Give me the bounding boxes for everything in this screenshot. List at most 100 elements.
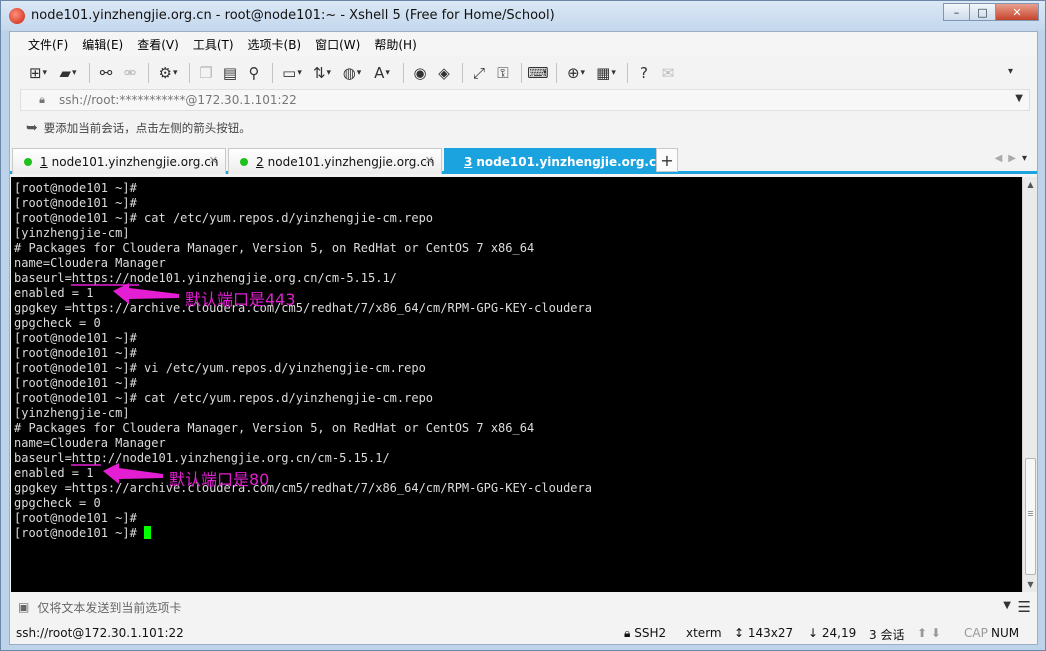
status-size: ↕ 143x27: [734, 626, 793, 640]
compose-input[interactable]: 仅将文本发送到当前选项卡: [37, 599, 181, 616]
tab-label: node101.yinzhengjie.org.cn: [476, 154, 665, 169]
transfer-icon[interactable]: ⇅: [308, 62, 336, 84]
app-body: 文件(F) 编辑(E) 查看(V) 工具(T) 选项卡(B) 窗口(W) 帮助(…: [9, 31, 1038, 645]
toolbar-separator: [521, 63, 522, 83]
close-tab-icon[interactable]: ✕: [209, 154, 218, 167]
lock-icon: 🔒︎: [624, 626, 635, 640]
scroll-thumb[interactable]: [1025, 458, 1036, 575]
tab-session-3[interactable]: 3 node101.yinzhengjie.org.cn: [444, 148, 665, 174]
tab-number: 3: [464, 154, 473, 169]
resize-icon: ↕: [734, 626, 748, 640]
tab-number: 1: [40, 154, 48, 169]
menu-view[interactable]: 查看(V): [137, 36, 179, 53]
status-protocol: 🔒︎ SSH2: [624, 626, 666, 641]
grip-icon: [1028, 511, 1033, 512]
close-tab-icon[interactable]: ✕: [425, 154, 434, 167]
toolbar-separator: [89, 63, 90, 83]
window-title: node101.yinzhengjie.org.cn - root@node10…: [31, 8, 555, 23]
chevron-down-icon[interactable]: ▼: [1015, 93, 1023, 104]
print-icon[interactable]: ▭: [278, 62, 306, 84]
status-sessions: 3 会话: [869, 628, 905, 642]
session-nav: ⬆ ⬇: [917, 626, 941, 640]
menu-tools[interactable]: 工具(T): [193, 36, 234, 53]
session-up-icon[interactable]: ⬆: [917, 626, 931, 640]
globe-icon[interactable]: ◍: [338, 62, 366, 84]
keyboard-icon[interactable]: ⌨: [527, 62, 549, 84]
connect-icon[interactable]: ⚯: [95, 62, 117, 84]
toolbar-separator: [462, 63, 463, 83]
menu-bar: 文件(F) 编辑(E) 查看(V) 工具(T) 选项卡(B) 窗口(W) 帮助(…: [10, 32, 1037, 56]
new-tab-icon[interactable]: ⊕: [562, 62, 590, 84]
connected-status-icon: [240, 157, 248, 166]
maximize-button[interactable]: □: [969, 3, 996, 21]
find-icon[interactable]: ⚲: [243, 62, 265, 84]
properties-icon[interactable]: ⚙: [154, 62, 182, 84]
add-tab-button[interactable]: +: [656, 148, 678, 172]
tab-list-icon[interactable]: ▾: [1022, 153, 1033, 164]
fullscreen-icon[interactable]: ⤢: [468, 62, 490, 84]
menu-tab[interactable]: 选项卡(B): [248, 36, 302, 53]
lock-icon[interactable]: ⚿: [492, 62, 514, 84]
scroll-up-icon[interactable]: ▲: [1023, 177, 1038, 192]
tab-navigation: ◀▶▾: [995, 153, 1033, 164]
toolbar-overflow-icon[interactable]: ▾: [1008, 66, 1013, 77]
menu-icon[interactable]: ☰: [1018, 598, 1031, 616]
window-controls: – □ ✕: [943, 3, 1039, 21]
layout-icon[interactable]: ▦: [592, 62, 620, 84]
protocol-label: SSH2: [634, 626, 667, 640]
annotation-overlay: [71, 283, 179, 484]
paste-icon[interactable]: ▤: [219, 62, 241, 84]
compose-bar[interactable]: ▣ 仅将文本发送到当前选项卡 ▼ ☰: [10, 594, 1037, 620]
hint-text: 要添加当前会话，点击左侧的箭头按钮。: [43, 121, 251, 135]
open-folder-icon[interactable]: ▰: [54, 62, 82, 84]
scroll-down-icon[interactable]: ▼: [1023, 577, 1038, 592]
tab-number: 2: [256, 154, 264, 169]
compose-icon[interactable]: ▣: [18, 600, 29, 614]
close-button[interactable]: ✕: [995, 3, 1039, 21]
annotation-arrow: [103, 463, 163, 484]
annotation-https-port: 默认端口是443: [185, 290, 296, 309]
xftp-icon[interactable]: ◉: [409, 62, 431, 84]
tab-session-2[interactable]: 2 node101.yinzhengjie.org.cn ✕: [228, 148, 442, 174]
session-hint-bar: ➥ 要添加当前会话，点击左侧的箭头按钮。: [20, 117, 1030, 139]
menu-window[interactable]: 窗口(W): [315, 36, 360, 53]
tab-prev-icon[interactable]: ◀: [995, 153, 1009, 164]
vertical-scrollbar[interactable]: ▲ ▼: [1022, 177, 1037, 592]
minimize-button[interactable]: –: [943, 3, 970, 21]
chat-icon[interactable]: ✉: [657, 62, 679, 84]
status-cap: CAP: [964, 626, 988, 640]
xshell-logo-icon: [9, 8, 25, 24]
session-down-icon[interactable]: ⬇: [931, 626, 941, 640]
menu-edit[interactable]: 编辑(E): [82, 36, 123, 53]
help-icon[interactable]: ?: [633, 62, 655, 84]
title-bar[interactable]: node101.yinzhengjie.org.cn - root@node10…: [1, 1, 1045, 31]
copy-icon[interactable]: ❐: [195, 62, 217, 84]
toolbar-separator: [148, 63, 149, 83]
status-connection: ssh://root@172.30.1.101:22: [16, 626, 184, 640]
cursor-pos-label: 24,19: [821, 626, 857, 640]
address-field[interactable]: ssh://root:***********@172.30.1.101:22: [59, 93, 297, 107]
size-label: 143x27: [747, 626, 794, 640]
new-session-icon[interactable]: ⊞: [24, 62, 52, 84]
arrow-icon[interactable]: ➥: [26, 120, 38, 136]
xshell-window: node101.yinzhengjie.org.cn - root@node10…: [0, 0, 1046, 651]
address-bar[interactable]: 🔒︎ ssh://root:***********@172.30.1.101:2…: [20, 89, 1030, 111]
menu-file[interactable]: 文件(F): [28, 36, 68, 53]
xftp-alt-icon[interactable]: ◈: [433, 62, 455, 84]
tab-label: node101.yinzhengjie.org.cn: [51, 154, 219, 169]
tab-next-icon[interactable]: ▶: [1008, 153, 1022, 164]
connected-status-icon: [24, 157, 32, 166]
menu-help[interactable]: 帮助(H): [374, 36, 416, 53]
tab-bar: 1 node101.yinzhengjie.org.cn ✕ 2 node101…: [10, 146, 1037, 174]
status-bar: ssh://root@172.30.1.101:22 🔒︎ SSH2 xterm…: [10, 621, 1037, 645]
terminal-output[interactable]: [root@node101 ~]# [root@node101 ~]# [roo…: [11, 177, 1022, 592]
chevron-down-icon[interactable]: ▼: [1003, 600, 1011, 611]
tab-label: node101.yinzhengjie.org.cn: [267, 154, 435, 169]
lock-icon: 🔒︎: [39, 93, 45, 106]
font-icon[interactable]: A: [368, 62, 396, 84]
tab-session-1[interactable]: 1 node101.yinzhengjie.org.cn ✕: [12, 148, 226, 174]
disconnect-icon[interactable]: ⚮: [119, 62, 141, 84]
toolbar: ⊞ ▰ ⚯ ⚮ ⚙ ❐ ▤ ⚲ ▭ ⇅ ◍ A ◉ ◈ ⤢ ⚿ ⌨ ⊕: [10, 58, 1037, 88]
cursor-pos-icon: ↓: [808, 626, 822, 640]
status-terminal-type: xterm: [686, 626, 722, 640]
